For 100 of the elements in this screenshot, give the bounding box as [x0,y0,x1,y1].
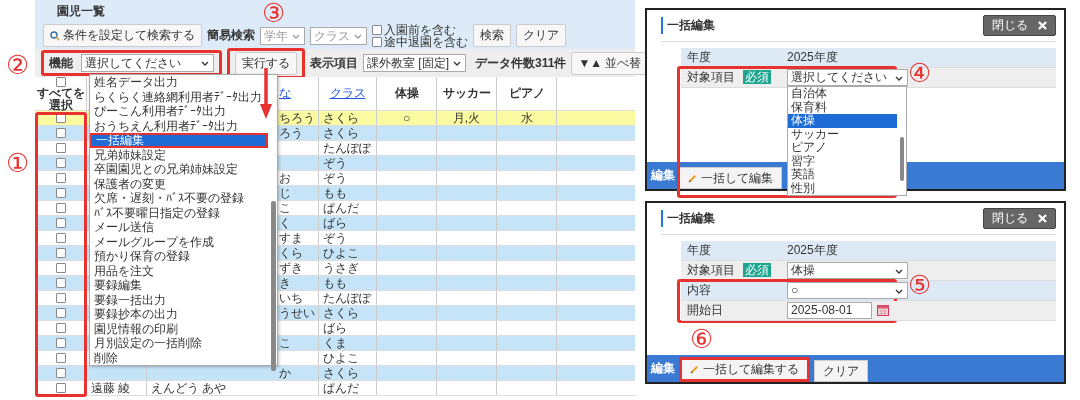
search-button[interactable]: 検索 [473,24,511,47]
table-cell: ちろう [279,111,315,125]
page-title: 園児一覧 [57,2,105,20]
column-header: 体操 [394,85,419,102]
row-checkbox[interactable] [55,323,66,333]
footer-button[interactable]: クリア [814,360,868,382]
dropdown-option[interactable]: サッカー [788,127,897,141]
execute-button[interactable]: 実行する [235,51,297,75]
menu-item[interactable]: 要録抄本の出力 [90,307,178,322]
menu-item[interactable]: 用品を注文 [90,263,154,278]
menu-item[interactable]: 月別設定の一括削除 [90,336,202,351]
row-checkbox[interactable] [55,368,66,378]
search-icon [50,30,60,41]
menu-item[interactable]: 預かり保育の登録 [90,249,190,264]
select-field[interactable]: 選択してください [787,69,908,86]
select-field[interactable]: 体操 [787,262,908,279]
calendar-icon[interactable] [877,305,889,316]
dropdown-option[interactable]: 習字 [788,154,897,168]
table-cell: ひよこ [323,246,359,260]
footer-label: 編集 [651,167,675,184]
checkbox[interactable] [372,24,382,35]
dropdown-option[interactable]: 性別 [788,181,897,195]
table-row[interactable]: 遠藤 綾 えんどう あや ぱんだ [35,381,635,396]
row-checkbox[interactable] [55,278,66,288]
table-cell: たんぽぽ [323,291,371,305]
row-checkbox[interactable] [55,353,66,363]
required-badge: 必須 [743,263,771,277]
quick-search-label: 簡易検索 [207,27,255,44]
table-cell: ばら [323,216,347,230]
row-checkbox[interactable] [55,188,66,198]
table-cell: うせい [279,306,315,320]
scrollbar[interactable] [271,201,276,371]
scrollbar[interactable] [900,137,904,181]
menu-item[interactable]: 要録一括出力 [90,292,166,307]
condition-search-button[interactable]: 条件を設定して検索する [43,24,202,47]
row-checkbox[interactable] [55,113,66,123]
caret-icon [292,33,300,39]
row-checkbox[interactable] [55,143,66,153]
table-cell: ぱんだ [323,381,359,395]
row-checkbox[interactable] [55,263,66,273]
checkbox-label: 入園前を含む [384,23,456,36]
table-cell: ぞう [323,156,347,170]
table-cell: いち [279,291,303,305]
menu-item[interactable]: 要録編集 [90,278,142,293]
function-select[interactable]: 選択してください [81,54,214,72]
row-checkbox[interactable] [55,308,66,318]
dropdown-option[interactable]: 体操 [788,114,897,128]
row-checkbox[interactable] [55,128,66,138]
field-label: 開始日 [687,302,724,319]
field-value: 2025年度 [787,242,838,259]
row-checkbox[interactable] [55,233,66,243]
display-label: 表示項目 [310,54,358,72]
date-field[interactable]: 2025-08-01 [787,302,872,319]
table-cell: ばら [323,321,347,335]
menu-item[interactable]: メールグループを作成 [90,234,214,249]
dropdown-option[interactable]: 保育料 [788,100,897,114]
column-header[interactable]: クラス [329,85,366,102]
caret-icon [895,269,903,274]
row-checkbox[interactable] [55,338,66,348]
close-button[interactable]: 閉じる [983,208,1056,229]
footer-button[interactable]: 一括して編集 [679,167,782,189]
checkbox[interactable] [372,36,382,47]
row-checkbox[interactable] [55,293,66,303]
field-label: 年度 [687,242,712,259]
select-all-checkbox[interactable] [55,76,66,87]
row-checkbox[interactable] [55,218,66,228]
table-cell: もも [323,276,347,290]
column-header: サッカー [442,85,491,102]
table-cell: く [279,216,291,230]
row-checkbox[interactable] [55,158,66,168]
column-header[interactable]: な [279,85,291,102]
table-cell: くら [279,246,303,260]
display-select[interactable]: 課外教室 [固定] [363,54,466,72]
close-icon [1038,21,1047,30]
pencil-icon [688,173,697,183]
dropdown-option[interactable]: 英語 [788,168,897,182]
dropdown-option[interactable]: ピアノ [788,141,897,155]
row-checkbox[interactable] [55,173,66,183]
menu-item[interactable]: 一括編集 [90,133,268,148]
row-checkbox[interactable] [55,383,66,393]
table-cell: えんどう あや [151,381,227,395]
pencil-icon [690,365,699,374]
menu-item[interactable]: 園児情報の印刷 [90,321,178,336]
clear-button[interactable]: クリア [516,24,566,47]
field-value: 2025年度 [787,49,838,66]
required-badge: 必須 [743,70,771,84]
row-checkbox[interactable] [55,203,66,213]
field-label: 年度 [687,49,712,66]
footer-button[interactable]: 一括して編集する [679,357,810,382]
step-number: ⑤ [908,272,932,298]
menu-item[interactable]: らくらく連絡網利用者ﾃﾞｰﾀ出力 [90,89,262,104]
table-cell: じ [279,186,291,200]
close-button[interactable]: 閉じる [983,15,1056,36]
select-field[interactable]: ○ [787,282,908,299]
row-checkbox[interactable] [55,248,66,258]
menu-item[interactable]: 姓名データ出力 [90,75,178,90]
menu-item[interactable]: 削除 [90,350,118,365]
step-number: ④ [908,60,932,86]
dropdown-option[interactable]: 自治体 [788,87,897,101]
table-row[interactable]: か さくら [35,366,635,381]
